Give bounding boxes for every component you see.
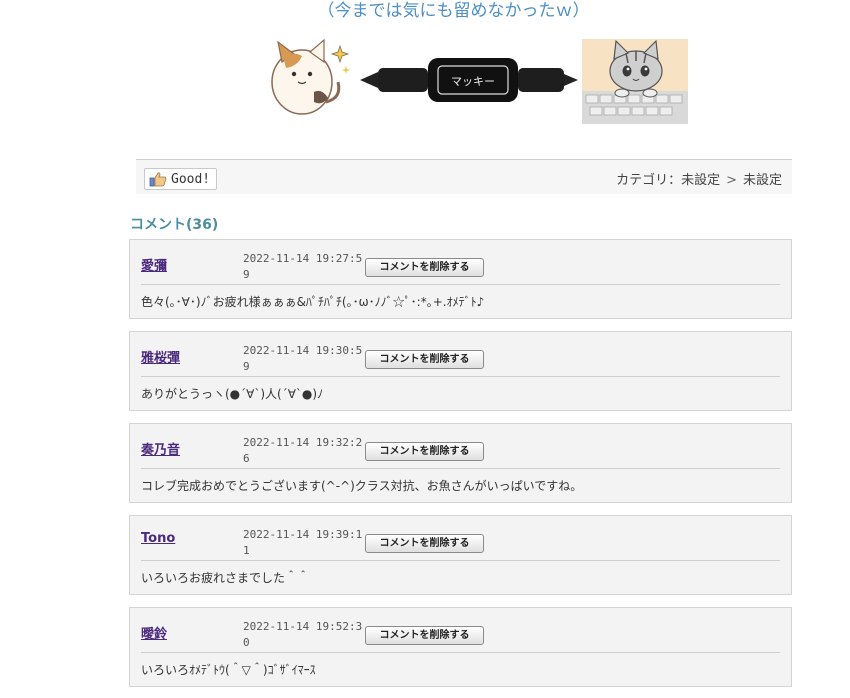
comment-author-link[interactable]: 曖鈴 xyxy=(141,623,167,642)
comment-date: 2022-11-14 19:30:59 xyxy=(243,344,363,373)
comment-date: 2022-11-14 19:32:26 xyxy=(243,436,363,465)
comment-item: Tono 2022-11-14 19:39:11 コメントを削除する いろいろお… xyxy=(129,515,792,595)
good-label: Good! xyxy=(171,171,211,187)
good-button[interactable]: Good! xyxy=(144,168,218,190)
svg-text:マッキー: マッキー xyxy=(451,75,495,88)
illustration-row: マッキー xyxy=(0,32,850,127)
calico-cat-illustration xyxy=(262,32,354,122)
category-breadcrumb: カテゴリ：未設定 > 未設定 xyxy=(616,169,782,188)
comment-date: 2022-11-14 19:52:30 xyxy=(243,620,363,649)
comment-author-link[interactable]: 雅桜彈 xyxy=(141,347,180,366)
comment-text: 色々(｡･∀･)ﾉﾞお疲れ様ぁぁぁ&ﾊﾟﾁﾊﾟﾁ(｡･ω･ﾉﾉﾞ☆ﾟ･:*｡+.… xyxy=(141,295,485,309)
category-label: カテゴリ：未設定 xyxy=(616,173,721,188)
comment-item: 雅桜彈 2022-11-14 19:30:59 コメントを削除する ありがとうっ… xyxy=(129,331,792,411)
comment-date: 2022-11-14 19:27:59 xyxy=(243,252,363,281)
comment-date: 2022-11-14 19:39:11 xyxy=(243,528,363,557)
delete-comment-button[interactable]: コメントを削除する xyxy=(365,258,484,277)
delete-comment-button[interactable]: コメントを削除する xyxy=(365,442,484,461)
comment-text: ありがとうっヽ(●´∀`)人(´∀`●)ﾉ xyxy=(141,387,324,401)
caption-text: （今までは気にも留めなかったｗ） xyxy=(317,1,590,21)
thumbs-up-icon xyxy=(149,172,167,187)
comment-text: いろいろｵﾒﾃﾞﾄｳ(＾▽＾)ｺﾞｻﾞｲﾏｰｽ xyxy=(141,663,316,677)
comment-item: 奏乃音 2022-11-14 19:32:26 コメントを削除する コレブ完成お… xyxy=(129,423,792,503)
comment-divider xyxy=(141,284,780,285)
kitten-keyboard-illustration xyxy=(582,39,688,124)
entry-footer-bar: Good! カテゴリ：未設定 > 未設定 xyxy=(136,159,792,194)
blog-page: （今までは気にも留めなかったｗ） マッキー Good! カテゴリ：未設定 > 未… xyxy=(0,0,850,698)
top-caption: （今までは気にも留めなかったｗ） xyxy=(0,0,850,22)
comment-author-link[interactable]: 奏乃音 xyxy=(141,439,180,458)
comment-divider xyxy=(141,652,780,653)
comment-divider xyxy=(141,468,780,469)
comment-divider xyxy=(141,560,780,561)
category-sub-label[interactable]: 未設定 xyxy=(743,173,782,188)
comment-text: いろいろお疲れさまでした＾＾ xyxy=(141,571,310,585)
comment-author-link[interactable]: 愛彌 xyxy=(141,255,167,274)
comment-text: コレブ完成おめでとうございます(^-^)クラス対抗、お魚さんがいっぱいですね。 xyxy=(141,479,583,493)
delete-comment-button[interactable]: コメントを削除する xyxy=(365,350,484,369)
delete-comment-button[interactable]: コメントを削除する xyxy=(365,626,484,645)
comment-author-link[interactable]: Tono xyxy=(141,531,175,546)
comment-item: 曖鈴 2022-11-14 19:52:30 コメントを削除する いろいろｵﾒﾃ… xyxy=(129,607,792,687)
category-separator: > xyxy=(726,173,737,188)
comment-item: 愛彌 2022-11-14 19:27:59 コメントを削除する 色々(｡･∀･… xyxy=(129,239,792,319)
comment-divider xyxy=(141,376,780,377)
delete-comment-button[interactable]: コメントを削除する xyxy=(365,534,484,553)
marker-pen-illustration: マッキー xyxy=(360,58,578,102)
comments-heading: コメント(36) xyxy=(130,217,219,233)
